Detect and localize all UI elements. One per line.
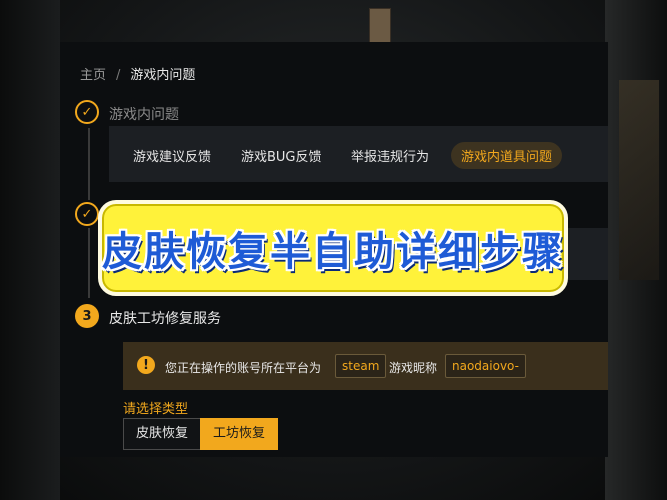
step-3-title: 皮肤工坊修复服务 xyxy=(109,311,221,327)
background-left xyxy=(0,0,60,500)
account-info-bar: ! 您正在操作的账号所在平台为 steam 游戏昵称 naodaiovo- xyxy=(123,342,608,390)
platform-prefix-text: 您正在操作的账号所在平台为 xyxy=(165,361,322,375)
breadcrumb-separator: / xyxy=(116,68,121,83)
tab-report-violation[interactable]: 举报违规行为 xyxy=(341,142,439,169)
step-3-number: 3 xyxy=(75,304,99,328)
warning-icon: ! xyxy=(137,356,155,374)
background-shelf xyxy=(619,80,659,280)
breadcrumb-current: 游戏内问题 xyxy=(130,68,196,83)
tab-in-game-items[interactable]: 游戏内道具问题 xyxy=(451,142,563,169)
breadcrumb: 主页 / 游戏内问题 xyxy=(80,64,195,83)
step-1-check-icon: ✓ xyxy=(75,100,99,124)
step-1-title: 游戏内问题 xyxy=(109,107,179,123)
nickname-tag: naodaiovo- xyxy=(445,354,526,378)
overlay-banner: 皮肤恢复半自助详细步骤 xyxy=(98,200,568,296)
banner-title: 皮肤恢复半自助详细步骤 xyxy=(102,229,564,275)
tab-game-suggestion[interactable]: 游戏建议反馈 xyxy=(123,142,221,169)
platform-tag: steam xyxy=(335,354,387,378)
step-connector xyxy=(88,128,90,200)
workshop-restore-button[interactable]: 工坊恢复 xyxy=(200,418,279,450)
tab-game-bug[interactable]: 游戏BUG反馈 xyxy=(231,142,332,169)
breadcrumb-home[interactable]: 主页 xyxy=(80,68,106,83)
nickname-label: 游戏昵称 xyxy=(389,361,438,375)
category-tabs: 游戏建议反馈 游戏BUG反馈 举报违规行为 游戏内道具问题 xyxy=(109,126,608,182)
type-select-label: 请选择类型 xyxy=(123,402,189,417)
skin-restore-button[interactable]: 皮肤恢复 xyxy=(123,418,202,450)
step-2-check-icon: ✓ xyxy=(75,202,99,226)
step-connector xyxy=(88,228,90,298)
background-object xyxy=(369,8,391,46)
